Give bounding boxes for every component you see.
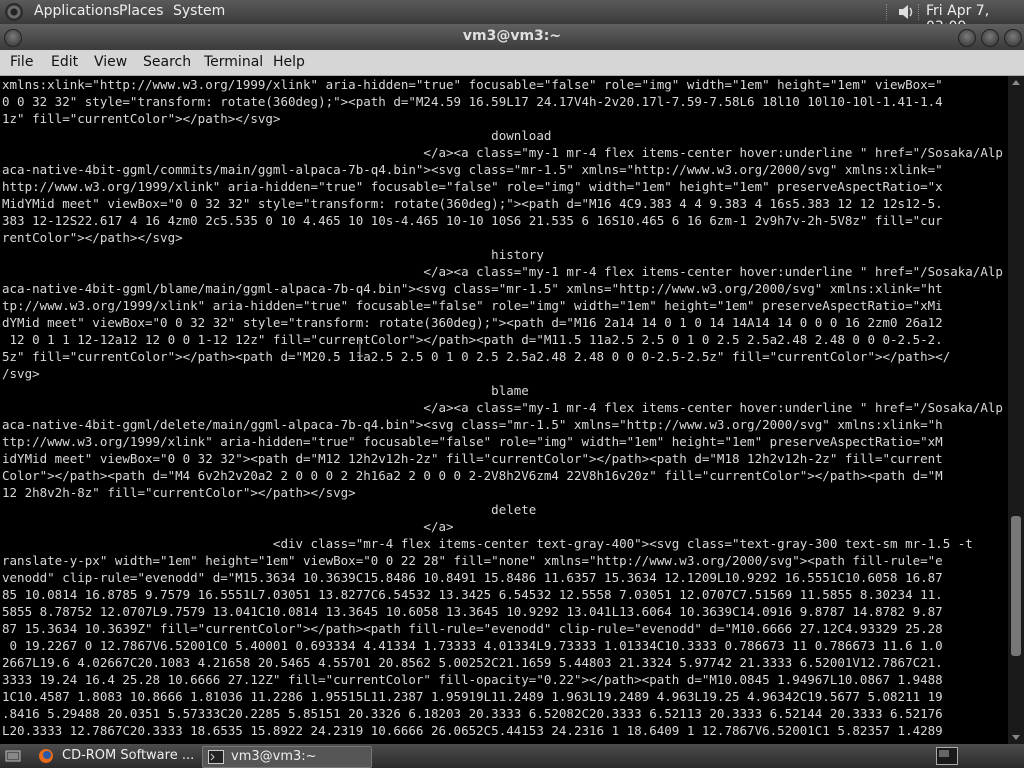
terminal-line: 0 19.2267 0 12.7867V6.52001C0 5.40001 0.… (2, 638, 943, 653)
panel-separator (886, 4, 889, 20)
close-button[interactable] (1004, 29, 1022, 47)
terminal-line: 87 15.3634 10.3639Z" fill="currentColor"… (2, 621, 943, 636)
task-label: CD-ROM Software ... (62, 748, 195, 763)
scrollbar-thumb[interactable] (1011, 516, 1021, 656)
terminal-line: venodd" clip-rule="evenodd" d="M15.3634 … (2, 570, 943, 585)
terminal-icon (208, 750, 224, 764)
terminal-line: history (2, 247, 544, 262)
terminal-line: aca-native-4bit-ggml/blame/main/ggml-alp… (2, 281, 943, 296)
terminal-line: delete (2, 502, 537, 517)
window-title: vm3@vm3:~ (462, 28, 562, 44)
terminal-line: L20.3333 12.7867C20.3333 18.6535 15.8922… (2, 723, 943, 738)
terminal-line: MidYMid meet" viewBox="0 0 32 32" style=… (2, 196, 943, 211)
task-label: vm3@vm3:~ (231, 749, 317, 764)
terminal-line: 0 0 32 32" style="transform: rotate(360d… (2, 94, 943, 109)
terminal-output[interactable]: xmlns:xlink="http://www.w3.org/1999/xlin… (0, 76, 1008, 744)
terminal-line: 5855 8.78752 12.0707L9.7579 13.041C10.08… (2, 604, 943, 619)
terminal-line: idYMid meet" viewBox="0 0 32 32"><path d… (2, 451, 943, 466)
terminal-line: download (2, 128, 552, 143)
menu-view[interactable]: View (94, 54, 127, 70)
terminal-line: .8416 5.29488 20.0351 5.57333C20.2285 5.… (2, 706, 943, 721)
terminal-line: rentColor"></path></svg> (2, 230, 183, 245)
window-titlebar[interactable]: vm3@vm3:~ (0, 24, 1024, 50)
task-firefox[interactable]: CD-ROM Software ... (34, 746, 198, 766)
applications-menu[interactable]: Applications (34, 3, 120, 19)
terminal-line: 383 12-12S22.617 4 16 4zm0 2c5.535 0 10 … (2, 213, 943, 228)
terminal-line: /svg> (2, 366, 40, 381)
terminal-text: xmlns:xlink="http://www.w3.org/1999/xlin… (0, 76, 1008, 739)
panel-separator (918, 4, 921, 20)
terminal-line: 85 10.0814 16.8785 9.7579 16.5551L7.0305… (2, 587, 943, 602)
menu-help[interactable]: Help (273, 54, 305, 70)
terminal-line: blame (2, 383, 529, 398)
maximize-button[interactable] (981, 29, 999, 47)
scroll-up-arrow-icon[interactable] (1012, 80, 1020, 85)
distro-logo-icon[interactable] (5, 3, 23, 21)
minimize-button[interactable] (958, 29, 976, 47)
menu-search[interactable]: Search (143, 54, 191, 70)
firefox-icon (39, 749, 53, 763)
show-desktop-icon[interactable] (5, 748, 21, 764)
terminal-line: 5z" fill="currentColor"></path><path d="… (2, 349, 951, 364)
terminal-line: 12 2h8v2h-8z" fill="currentColor"></path… (2, 485, 356, 500)
system-menu[interactable]: System (173, 3, 225, 19)
speaker-icon[interactable] (896, 2, 916, 22)
terminal-line: 1z" fill="currentColor"></path></svg> (2, 111, 281, 126)
taskbar: CD-ROM Software ... vm3@vm3:~ (0, 744, 1024, 768)
terminal-line: 12 0 1 1 12-12a12 12 0 0 1-12 12z" fill=… (2, 332, 943, 347)
scroll-down-arrow-icon[interactable] (1012, 735, 1020, 740)
terminal-line: tp://www.w3.org/1999/xlink" aria-hidden=… (2, 298, 943, 313)
text-cursor-icon (357, 339, 363, 357)
terminal-line: aca-native-4bit-ggml/delete/main/ggml-al… (2, 417, 943, 432)
terminal-line: aca-native-4bit-ggml/commits/main/ggml-a… (2, 162, 943, 177)
menu-file[interactable]: File (10, 54, 33, 70)
task-terminal[interactable]: vm3@vm3:~ (202, 746, 372, 768)
terminal-line: <div class="mr-4 flex items-center text-… (2, 536, 973, 551)
terminal-line: 3333 19.24 16.4 25.28 10.6666 27.12Z" fi… (2, 672, 943, 687)
menu-terminal[interactable]: Terminal (204, 54, 263, 70)
terminal-line: dYMid meet" viewBox="0 0 32 32" style="t… (2, 315, 943, 330)
terminal-line: xmlns:xlink="http://www.w3.org/1999/xlin… (2, 77, 943, 92)
menu-bar: File Edit View Search Terminal Help (0, 50, 1024, 76)
terminal-line: 2667L19.6 4.02667C20.1083 4.21658 20.546… (2, 655, 943, 670)
terminal-line: ranslate-y-px" width="1em" height="1em" … (2, 553, 943, 568)
terminal-line: </a><a class="my-1 mr-4 flex items-cente… (2, 264, 1003, 279)
terminal-line: </a><a class="my-1 mr-4 flex items-cente… (2, 145, 1003, 160)
terminal-scrollbar[interactable] (1008, 76, 1024, 744)
top-panel: Applications Places System Fri Apr 7, 03… (0, 0, 1024, 35)
terminal-line: </a> (2, 519, 454, 534)
terminal-line: ttp://www.w3.org/1999/xlink" aria-hidden… (2, 434, 943, 449)
menu-edit[interactable]: Edit (51, 54, 78, 70)
terminal-line: Color"></path><path d="M4 6v2h2v20a2 2 0… (2, 468, 943, 483)
workspace-switcher-icon[interactable] (936, 747, 958, 765)
places-menu[interactable]: Places (119, 3, 164, 19)
terminal-line: </a><a class="my-1 mr-4 flex items-cente… (2, 400, 1003, 415)
terminal-line: 1C10.4587 1.8083 10.8666 1.81036 11.2286… (2, 689, 943, 704)
terminal-line: http://www.w3.org/1999/xlink" aria-hidde… (2, 179, 943, 194)
